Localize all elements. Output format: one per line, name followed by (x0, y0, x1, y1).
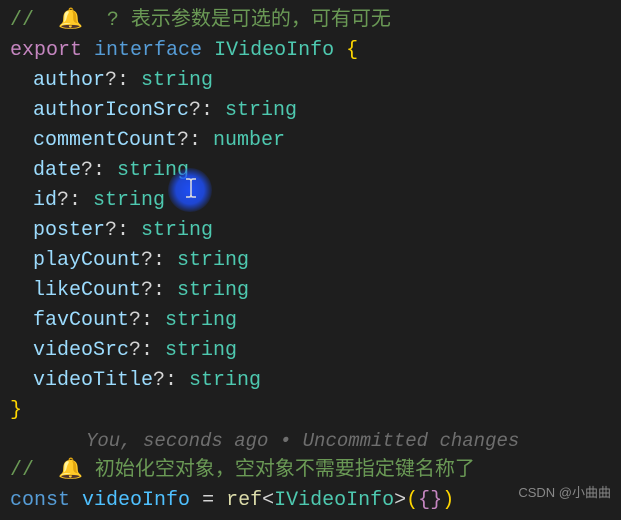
member-row: poster?: string (10, 216, 611, 246)
member-row: videoTitle?: string (10, 366, 611, 396)
member-row: authorIconSrc?: string (10, 96, 611, 126)
member-row: videoSrc?: string (10, 336, 611, 366)
interface-decl: export interface IVideoInfo { (10, 36, 611, 66)
member-row: playCount?: string (10, 246, 611, 276)
member-row: id?: string (10, 186, 611, 216)
member-row: favCount?: string (10, 306, 611, 336)
member-row: likeCount?: string (10, 276, 611, 306)
member-row: author?: string (10, 66, 611, 96)
interface-close: } (10, 396, 611, 426)
comment-top: // 🔔 ? 表示参数是可选的，可有可无 (10, 6, 611, 36)
gitlens-annotation: You, seconds ago • Uncommitted changes (10, 426, 611, 456)
code-editor[interactable]: // 🔔 ? 表示参数是可选的，可有可无 export interface IV… (10, 6, 611, 516)
member-row: commentCount?: number (10, 126, 611, 156)
member-row: date?: string (10, 156, 611, 186)
watermark: CSDN @小曲曲 (518, 478, 611, 508)
